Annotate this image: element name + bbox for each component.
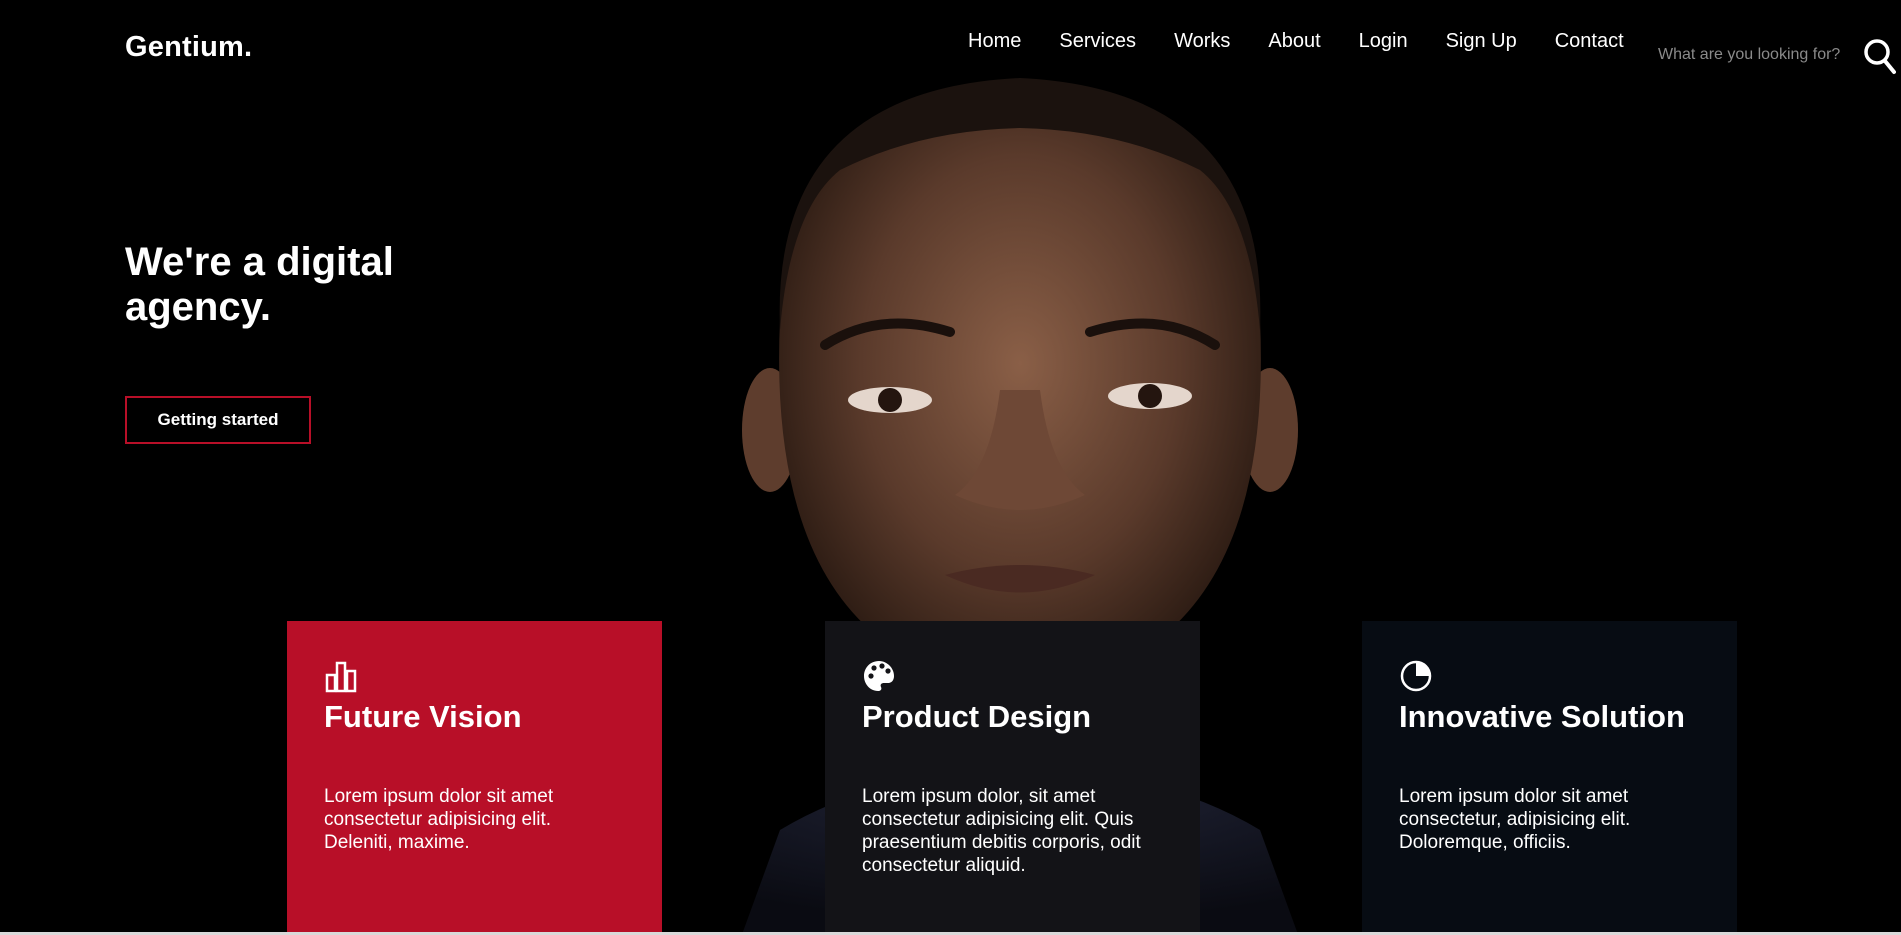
getting-started-button[interactable]: Getting started [125, 396, 311, 444]
nav-sign-up[interactable]: Sign Up [1446, 30, 1517, 53]
palette-icon [864, 661, 894, 691]
hero-title: We're a digital agency. [125, 240, 394, 329]
nav-home[interactable]: Home [968, 30, 1021, 53]
pie-chart-icon [1400, 660, 1432, 692]
nav-about[interactable]: About [1268, 30, 1320, 53]
main-nav: Home Services Works About Login Sign Up … [968, 30, 1662, 53]
card-text: Lorem ipsum dolor, sit amet consectetur … [862, 786, 1141, 876]
card-title: Innovative Solution [1399, 699, 1685, 734]
bar-chart-icon [325, 661, 357, 693]
card-text: Lorem ipsum dolor sit amet consectetur, … [1399, 786, 1631, 853]
nav-works[interactable]: Works [1174, 30, 1230, 53]
search-icon[interactable] [1862, 36, 1896, 76]
card-title: Product Design [862, 699, 1092, 734]
nav-services[interactable]: Services [1059, 30, 1136, 53]
nav-contact[interactable]: Contact [1555, 30, 1624, 53]
nav-login[interactable]: Login [1359, 30, 1408, 53]
card-title: Future Vision [324, 699, 522, 734]
feature-card-innovative-solution: Innovative Solution Lorem ipsum dolor si… [1362, 621, 1737, 935]
search-input[interactable] [1658, 42, 1848, 68]
page: Gentium. Home Services Works About Login… [0, 0, 1901, 935]
card-text: Lorem ipsum dolor sit amet consectetur a… [324, 786, 554, 853]
logo[interactable]: Gentium. [125, 31, 252, 64]
feature-card-product-design: Product Design Lorem ipsum dolor, sit am… [825, 621, 1200, 935]
feature-card-future-vision: Future Vision Lorem ipsum dolor sit amet… [287, 621, 662, 935]
